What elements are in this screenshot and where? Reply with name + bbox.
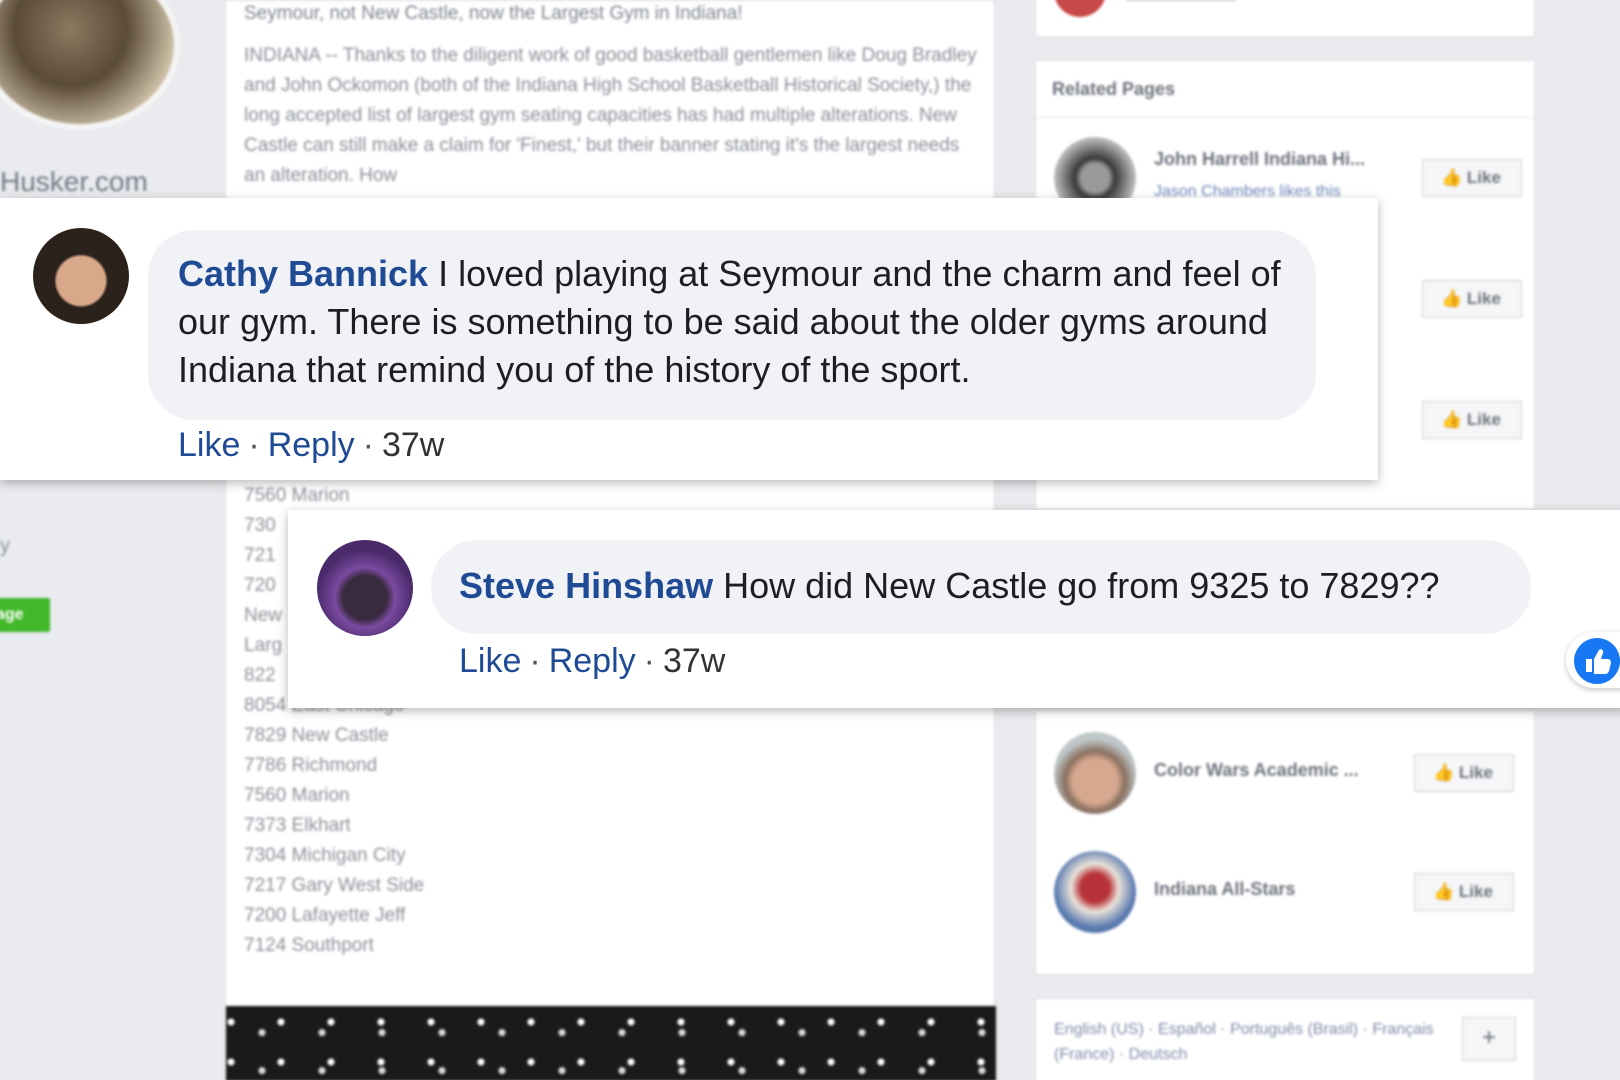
list-item: 7829 New Castle	[244, 725, 389, 746]
comment-timestamp[interactable]: 37w	[663, 642, 725, 680]
list-item: 7373 Elkhart	[244, 815, 351, 836]
related-pages-title: Related Pages	[1052, 79, 1176, 99]
post-body-text: INDIANA -- Thanks to the diligent work o…	[244, 45, 977, 186]
related-page-item: Color Wars Academic ... 👍 Like	[1054, 732, 1524, 814]
avatar[interactable]	[33, 228, 129, 324]
like-comment-link[interactable]: Like	[178, 426, 240, 464]
left-text-fragment: y	[0, 535, 10, 557]
avatar[interactable]	[317, 540, 413, 636]
list-item: 7217 Gary West Side	[244, 875, 425, 896]
page-site-name: Husker.com	[0, 166, 148, 197]
sidebar-text-fragment	[1126, 0, 1236, 1]
related-page-avatar[interactable]	[1054, 732, 1136, 814]
related-page-item: Indiana All-Stars 👍 Like	[1054, 851, 1524, 933]
separator: ·	[643, 642, 655, 680]
list-item: 7560 Marion	[244, 485, 350, 506]
post-photo[interactable]	[226, 1006, 996, 1080]
comment: Steve Hinshaw How did New Castle go from…	[288, 510, 1620, 708]
like-page-button[interactable]: 👍 Like	[1414, 873, 1514, 911]
divider	[1036, 117, 1534, 118]
language-links[interactable]: English (US) · Español · Português (Bras…	[1054, 1017, 1434, 1067]
related-page-name[interactable]: John Harrell Indiana Hi...	[1154, 149, 1365, 170]
separator: ·	[362, 426, 374, 464]
comment: Cathy Bannick I loved playing at Seymour…	[0, 198, 1378, 480]
comment-timestamp[interactable]: 37w	[382, 426, 444, 464]
related-page-name[interactable]: Indiana All-Stars	[1154, 879, 1295, 900]
like-page-button[interactable]: 👍 Like	[1422, 280, 1522, 318]
comment-author[interactable]: Cathy Bannick	[178, 253, 428, 294]
comment-author[interactable]: Steve Hinshaw	[459, 565, 713, 606]
post-headline: Seymour, not New Castle, now the Largest…	[244, 3, 743, 24]
list-item: 7124 Southport	[244, 935, 374, 956]
like-comment-link[interactable]: Like	[459, 642, 521, 680]
separator: ·	[529, 642, 541, 680]
reply-link[interactable]: Reply	[268, 426, 355, 464]
left-column: Husker.com y age	[0, 0, 205, 1080]
list-item: 7304 Michigan City	[244, 845, 406, 866]
comment-actions: Like · Reply · 37w	[459, 642, 725, 681]
like-page-button[interactable]: 👍 Like	[1422, 401, 1522, 439]
sidebar-avatar	[1054, 0, 1106, 17]
like-page-button[interactable]: 👍 Like	[1422, 159, 1522, 197]
separator: ·	[248, 426, 260, 464]
related-pages-card-lower: Color Wars Academic ... 👍 Like Indiana A…	[1035, 710, 1535, 975]
thumbs-up-icon: 👍	[1441, 410, 1467, 429]
comment-bubble: Steve Hinshaw How did New Castle go from…	[431, 540, 1620, 688]
thumbs-up-icon: 👍	[1433, 882, 1459, 901]
thumbs-up-icon	[1574, 638, 1620, 684]
thumbs-up-icon: 👍	[1441, 168, 1467, 187]
like-page-button[interactable]: 👍 Like	[1414, 754, 1514, 792]
comment-actions: Like · Reply · 37w	[178, 426, 444, 465]
sidebar-top-card	[1035, 0, 1535, 37]
page-button[interactable]: age	[0, 598, 50, 632]
comment-bubble: Cathy Bannick I loved playing at Seymour…	[148, 230, 1316, 420]
thumbs-up-icon: 👍	[1433, 763, 1459, 782]
thumbs-up-icon: 👍	[1441, 289, 1467, 308]
list-item: 7560 Marion	[244, 785, 350, 806]
related-page-avatar[interactable]	[1054, 851, 1136, 933]
comment-text: How did New Castle go from 9325 to 7829?…	[723, 565, 1440, 606]
reply-link[interactable]: Reply	[549, 642, 636, 680]
related-page-name[interactable]: Color Wars Academic ...	[1154, 760, 1359, 781]
page-profile-picture	[0, 0, 180, 130]
reaction-summary[interactable]: 16	[1566, 632, 1620, 688]
add-language-button[interactable]: +	[1462, 1017, 1516, 1061]
language-card: English (US) · Español · Português (Bras…	[1035, 998, 1535, 1080]
list-item: 7786 Richmond	[244, 755, 378, 776]
list-item: 7200 Lafayette Jeff	[244, 905, 406, 926]
